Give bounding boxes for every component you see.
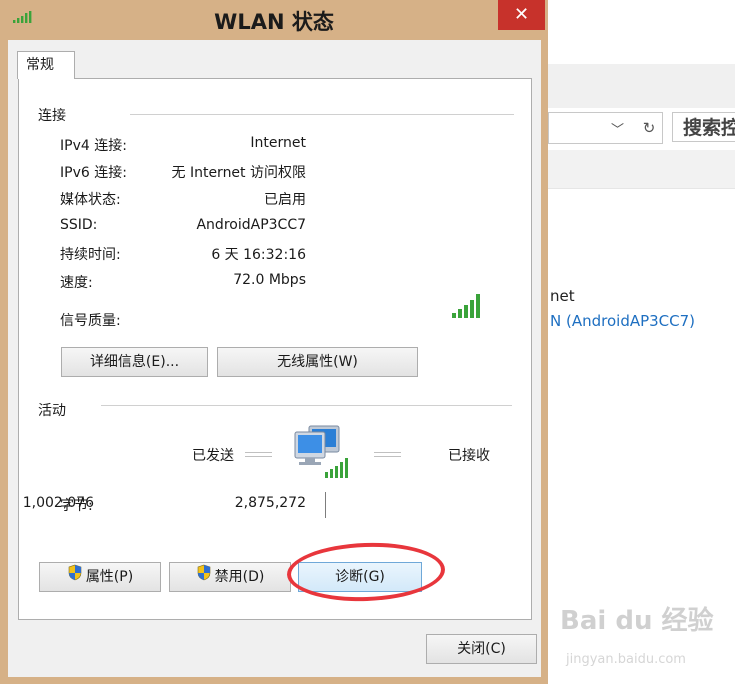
close-button[interactable]: 关闭(C) (426, 634, 537, 664)
details-button[interactable]: 详细信息(E)... (61, 347, 208, 377)
ssid-label: SSID: (60, 217, 98, 233)
watermark-logo: Bai du 经验 (560, 606, 714, 636)
tab-general[interactable]: 常规 (17, 51, 75, 79)
disable-button[interactable]: 禁用(D) (169, 562, 291, 592)
disable-button-label: 禁用(D) (214, 569, 265, 585)
dialog-title: WLAN 状态 (214, 10, 334, 34)
media-state-label: 媒体状态: (60, 192, 121, 208)
network-link[interactable]: N (AndroidAP3CC7) (550, 312, 695, 330)
received-line (374, 452, 401, 457)
properties-button[interactable]: 属性(P) (39, 562, 161, 592)
background-toolbar (548, 64, 735, 108)
watermark-url: jingyan.baidu.com (566, 652, 686, 667)
close-window-button[interactable]: ✕ (498, 0, 545, 30)
bytes-received-value: 2,875,272 (234, 495, 306, 511)
bytes-divider (325, 492, 326, 518)
wireless-properties-button[interactable]: 无线属性(W) (217, 347, 418, 377)
section-divider (130, 114, 514, 115)
section-divider (101, 405, 512, 406)
speed-value: 72.0 Mbps (233, 272, 306, 288)
speed-label: 速度: (60, 275, 93, 291)
ipv4-value: Internet (250, 135, 306, 151)
duration-value: 6 天 16:32:16 (211, 247, 306, 263)
refresh-icon[interactable]: ↻ (636, 112, 663, 144)
properties-button-label: 属性(P) (85, 569, 134, 585)
shield-icon (67, 563, 83, 591)
bytes-sent-value: 1,002,076 (22, 495, 94, 511)
shield-icon (196, 563, 212, 591)
network-type-text: net (550, 287, 575, 305)
media-state-value: 已启用 (264, 192, 306, 208)
ssid-value: AndroidAP3CC7 (196, 217, 306, 233)
received-label: 已接收 (448, 448, 490, 464)
ipv6-label: IPv6 连接: (60, 165, 127, 181)
sent-line (245, 452, 272, 457)
network-computers-icon (293, 424, 353, 484)
search-box[interactable]: 搜索控 (672, 112, 735, 142)
background-column-bar (548, 150, 735, 189)
wlan-status-dialog: WLAN 状态 ✕ 常规 连接 IPv4 连接: Internet IPv6 连… (0, 0, 548, 684)
signal-strength-icon (451, 293, 483, 323)
signal-quality-label: 信号质量: (60, 313, 121, 329)
connection-section-title: 连接 (38, 108, 66, 124)
duration-label: 持续时间: (60, 247, 121, 263)
ipv6-value: 无 Internet 访问权限 (171, 165, 307, 181)
background-window: ﹀ ↻ 搜索控 net N (AndroidAP3CC7) Bai du 经验 … (548, 0, 735, 684)
chevron-down-icon[interactable]: ﹀ (611, 119, 624, 138)
activity-section-title: 活动 (38, 403, 66, 419)
background-window-header (548, 0, 735, 65)
sent-label: 已发送 (192, 448, 234, 464)
address-bar[interactable]: ﹀ (548, 112, 638, 144)
ipv4-label: IPv4 连接: (60, 138, 127, 154)
